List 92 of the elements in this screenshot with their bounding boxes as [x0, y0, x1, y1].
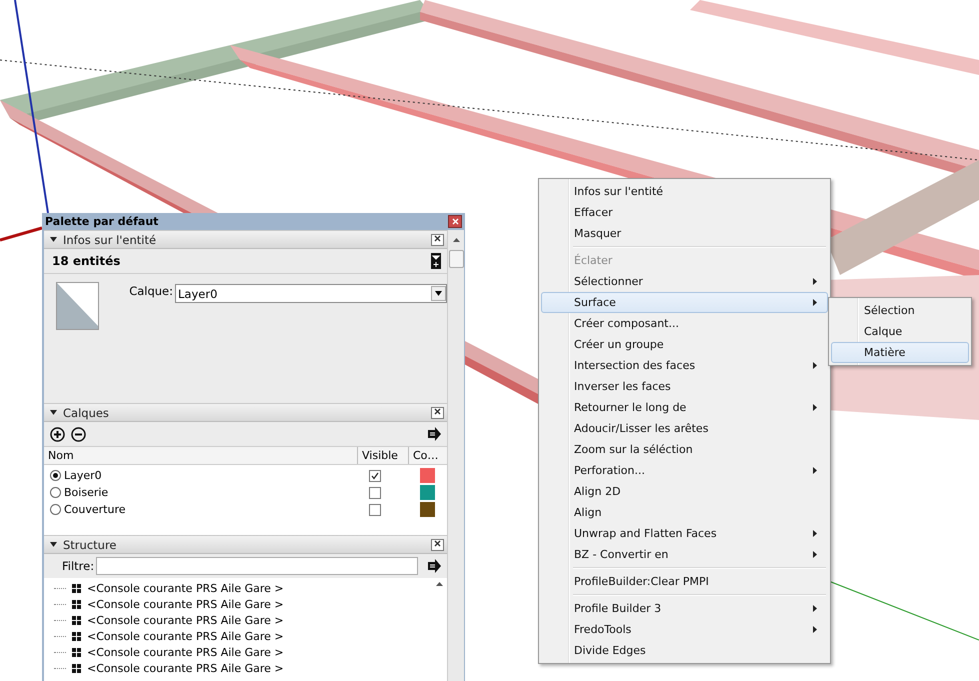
column-header[interactable]: Nom	[44, 447, 357, 464]
close-icon	[434, 540, 441, 547]
checkbox[interactable]	[369, 470, 381, 482]
menu-item[interactable]: Effacer	[541, 202, 828, 223]
close-button[interactable]	[431, 406, 444, 418]
section-title: Calques	[63, 406, 110, 420]
menu-item[interactable]: Intersection des faces	[541, 355, 828, 376]
section-header[interactable]: Infos sur l'entité	[44, 230, 447, 249]
submenu-arrow-icon	[813, 551, 817, 558]
component-icon	[72, 664, 81, 672]
menu-item[interactable]: Unwrap and Flatten Faces	[541, 523, 828, 544]
layer-color-swatch[interactable]	[420, 485, 435, 500]
outliner-item[interactable]: <Console courante PRS Aile Gare >	[87, 646, 284, 658]
collapse-triangle-icon[interactable]	[50, 542, 57, 547]
radio-button[interactable]	[50, 470, 61, 481]
close-icon	[434, 235, 441, 242]
details-arrow-icon[interactable]	[428, 427, 441, 441]
submenu-arrow-icon	[813, 404, 817, 411]
menu-item[interactable]: Sélection	[831, 300, 969, 321]
submenu-arrow-icon	[813, 278, 817, 285]
outliner-item[interactable]: <Console courante PRS Aile Gare >	[87, 614, 284, 626]
scroll-up-icon[interactable]	[452, 238, 460, 242]
checkbox[interactable]	[369, 486, 381, 498]
outliner-item[interactable]: <Console courante PRS Aile Gare >	[87, 630, 284, 642]
material-swatch	[56, 282, 100, 330]
component-icon	[72, 584, 81, 592]
details-arrow-icon[interactable]	[428, 559, 441, 573]
layer-name: Layer0	[64, 469, 103, 482]
menu-item[interactable]: BZ - Convertir en	[541, 544, 828, 565]
column-header[interactable]: Visible	[357, 447, 408, 464]
outliner-item[interactable]: <Console courante PRS Aile Gare >	[87, 582, 284, 594]
menu-item[interactable]: Align 2D	[541, 481, 828, 502]
close-button[interactable]	[448, 215, 462, 228]
layer-color-swatch[interactable]	[420, 468, 435, 483]
menu-item[interactable]: Matière	[831, 342, 969, 363]
close-icon	[452, 218, 458, 224]
submenu-arrow-icon	[813, 530, 817, 537]
menu-item[interactable]: Calque	[831, 321, 969, 342]
component-icon	[72, 600, 81, 608]
component-icon	[72, 632, 81, 640]
filter-label: Filtre:	[62, 559, 94, 573]
filter-field[interactable]	[96, 557, 418, 575]
menu-item[interactable]: Masquer	[541, 223, 828, 244]
scroll-up-icon[interactable]	[436, 582, 442, 586]
menu-item[interactable]: Perforation...	[541, 460, 828, 481]
layer-label: Calque:	[129, 284, 173, 298]
section-title: Structure	[63, 538, 118, 552]
submenu-arrow-icon	[813, 467, 817, 474]
entity-count: 18 entités	[52, 254, 120, 268]
close-button[interactable]	[431, 538, 444, 550]
close-icon	[434, 408, 441, 415]
collapse-triangle-icon[interactable]	[50, 410, 57, 415]
expand-details-icon[interactable]	[431, 253, 441, 269]
menu-item[interactable]: Retourner le long de	[541, 397, 828, 418]
radio-button[interactable]	[50, 504, 61, 515]
menu-item[interactable]: Surface	[541, 292, 828, 313]
outliner-item[interactable]: <Console courante PRS Aile Gare >	[87, 662, 284, 674]
submenu-arrow-icon	[813, 299, 817, 306]
menu-item[interactable]: Infos sur l'entité	[541, 181, 828, 202]
menu-item[interactable]: ProfileBuilder:Clear PMPI	[541, 571, 828, 592]
menu-item[interactable]: Inverser les faces	[541, 376, 828, 397]
layer-name: Couverture	[64, 503, 127, 516]
menu-item[interactable]: Créer composant...	[541, 313, 828, 334]
menu-item[interactable]: Zoom sur la séléction	[541, 439, 828, 460]
component-icon	[72, 648, 81, 656]
menu-item[interactable]: FredoTools	[541, 619, 828, 640]
submenu-arrow-icon	[813, 626, 817, 633]
submenu-arrow-icon	[813, 605, 817, 612]
section-header[interactable]: Structure	[44, 535, 447, 554]
menu-item[interactable]: Créer un groupe	[541, 334, 828, 355]
section-header[interactable]: Calques	[44, 403, 447, 422]
scrollbar-thumb[interactable]	[448, 250, 464, 268]
radio-button[interactable]	[50, 487, 61, 498]
menu-item[interactable]: Adoucir/Lisser les arêtes	[541, 418, 828, 439]
submenu-arrow-icon	[813, 362, 817, 369]
layer-color-swatch[interactable]	[420, 502, 435, 517]
close-button[interactable]	[431, 234, 444, 246]
checkbox[interactable]	[369, 504, 381, 516]
add-icon[interactable]	[50, 426, 65, 442]
palette-title: Palette par défaut	[45, 215, 158, 228]
dropdown-caret-icon[interactable]	[431, 286, 446, 301]
section-title: Infos sur l'entité	[63, 232, 158, 246]
menu-item[interactable]: Sélectionner	[541, 271, 828, 292]
menu-item[interactable]: Profile Builder 3	[541, 598, 828, 619]
collapse-triangle-icon[interactable]	[50, 237, 57, 242]
menu-item[interactable]: Divide Edges	[541, 640, 828, 661]
component-icon	[72, 616, 81, 624]
layer-name: Boiserie	[64, 486, 110, 499]
outliner-item[interactable]: <Console courante PRS Aile Gare >	[87, 598, 284, 610]
layer-dropdown[interactable]: Layer0	[175, 284, 447, 303]
remove-icon[interactable]	[71, 426, 86, 442]
menu-item[interactable]: Align	[541, 502, 828, 523]
